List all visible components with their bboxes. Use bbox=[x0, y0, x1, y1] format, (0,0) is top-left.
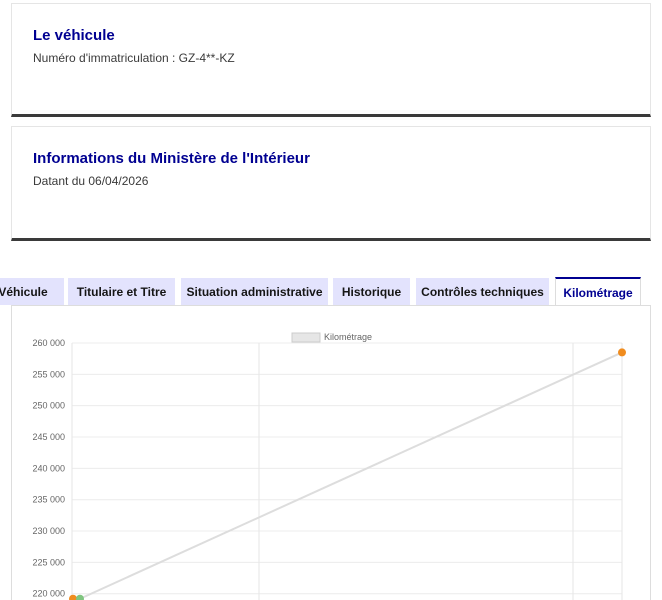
series-line bbox=[73, 351, 623, 600]
legend-label: Kilométrage bbox=[324, 332, 372, 342]
chart-grid bbox=[71, 342, 623, 600]
chart-legend: Kilométrage bbox=[291, 332, 372, 343]
y-tick-label: 235 000 bbox=[32, 495, 65, 505]
y-axis-ticks: 220 000 225 000 230 000 235 000 240 000 245 0… bbox=[32, 338, 65, 599]
y-tick-label: 230 000 bbox=[32, 526, 65, 536]
y-tick-label: 240 000 bbox=[32, 463, 65, 473]
y-tick-label: 250 000 bbox=[32, 401, 65, 411]
legend-swatch bbox=[291, 332, 321, 343]
kilometrage-chart: Kilométrage 220 000 225 000 230 000 235 000… bbox=[32, 332, 626, 600]
y-tick-label: 225 000 bbox=[32, 557, 65, 567]
y-tick-label: 220 000 bbox=[32, 589, 65, 599]
data-point[interactable] bbox=[76, 594, 84, 600]
data-point[interactable] bbox=[618, 348, 626, 357]
y-tick-label: 245 000 bbox=[32, 432, 65, 442]
y-tick-label: 255 000 bbox=[32, 369, 65, 379]
y-tick-label: 260 000 bbox=[32, 338, 65, 348]
data-point[interactable] bbox=[69, 594, 77, 600]
